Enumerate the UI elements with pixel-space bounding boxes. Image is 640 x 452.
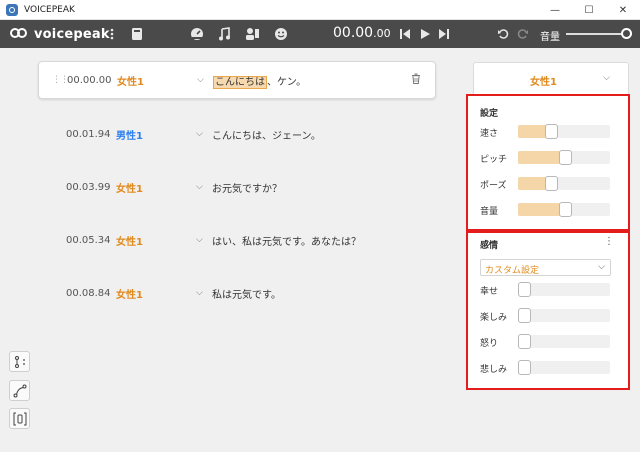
play-icon[interactable]: [419, 26, 431, 42]
line-timestamp: 00.00.00: [67, 74, 112, 86]
script-line[interactable]: 00.03.99 女性1 ⌵ お元気ですか？: [38, 168, 436, 206]
kebab-icon[interactable]: [110, 26, 114, 42]
script-line[interactable]: 00.01.94 男性1 ⌵ こんにちは、ジェーン。: [38, 115, 436, 153]
music-note-icon[interactable]: [218, 26, 230, 42]
slider-track[interactable]: [518, 308, 610, 323]
speedometer-icon[interactable]: [190, 26, 204, 42]
slider-label: 悲しみ: [480, 365, 508, 375]
time-small: .00: [373, 27, 391, 40]
script-line[interactable]: 00.05.34 女性1 ⌵ はい、私は元気です。あなたは？: [38, 221, 436, 259]
window-title: VOICEPEAK: [24, 4, 75, 15]
speaker-icon[interactable]: [245, 26, 260, 42]
logo: voicepeak: [10, 24, 110, 44]
slider-track[interactable]: [518, 124, 610, 139]
selected-text: こんにちは: [213, 75, 267, 89]
line-timestamp: 00.05.34: [66, 234, 111, 246]
slider-track[interactable]: [518, 150, 610, 165]
skip-back-icon[interactable]: [399, 26, 411, 42]
line-text[interactable]: 私は元気です。: [212, 286, 281, 301]
time-main: 00.00: [333, 25, 374, 41]
fit-tool-button[interactable]: [9, 408, 30, 429]
emotion-menu-icon[interactable]: ⋮: [604, 236, 614, 247]
slider-knob[interactable]: [559, 202, 572, 217]
line-timestamp: 00.03.99: [66, 181, 111, 193]
slider-knob[interactable]: [518, 308, 531, 323]
logo-icon: [10, 27, 28, 41]
slider-label: ピッチ: [480, 155, 508, 165]
line-text[interactable]: こんにちは 、ケン。: [213, 73, 307, 89]
volume-label: 音量: [540, 32, 560, 43]
line-speaker[interactable]: 女性1: [117, 73, 144, 88]
chevron-down-icon[interactable]: ⌵: [196, 235, 203, 245]
emotion-preset-value: カスタム設定: [485, 266, 540, 276]
minimize-button[interactable]: —: [538, 0, 572, 20]
toolbar: voicepeak 00.00.00 音量: [0, 20, 640, 48]
emotion-preset-select[interactable]: カスタム設定 ⌵: [480, 259, 611, 276]
line-speaker[interactable]: 女性1: [116, 286, 143, 301]
settings-title: 設定: [480, 109, 499, 119]
slider-label: ポーズ: [480, 181, 507, 191]
undo-icon[interactable]: [497, 26, 509, 42]
book-icon[interactable]: [131, 26, 143, 42]
logo-text: voicepeak: [34, 26, 110, 42]
slider-label: 楽しみ: [480, 313, 508, 323]
line-timestamp: 00.08.84: [66, 287, 111, 299]
chevron-down-icon[interactable]: ⌵: [196, 182, 203, 192]
slider-knob[interactable]: [518, 282, 531, 297]
chevron-down-icon: ⌵: [603, 73, 610, 83]
line-speaker[interactable]: 男性1: [116, 127, 143, 142]
slider-knob[interactable]: [518, 360, 531, 375]
line-text[interactable]: お元気ですか？: [212, 180, 282, 195]
drag-handle-icon[interactable]: ⋮⋮: [52, 75, 69, 85]
skip-forward-icon[interactable]: [438, 26, 450, 42]
slider-knob[interactable]: [545, 124, 558, 139]
redo-icon[interactable]: [517, 26, 529, 42]
close-button[interactable]: ✕: [606, 0, 640, 20]
speaker-selector[interactable]: 女性1 ⌵: [473, 62, 629, 96]
curve-tool-button[interactable]: [9, 380, 30, 401]
chevron-down-icon[interactable]: ⌵: [197, 75, 204, 85]
emotion-panel: 感情 ⋮ カスタム設定 ⌵ 幸せ楽しみ怒り悲しみ: [466, 231, 630, 390]
slider-track[interactable]: [518, 176, 610, 191]
slider-knob[interactable]: [545, 176, 558, 191]
slider-label: 速さ: [480, 129, 499, 139]
line-text[interactable]: はい、私は元気です。あなたは？: [212, 233, 361, 248]
app-icon: [6, 3, 18, 16]
slider-track[interactable]: [518, 334, 610, 349]
split-tool-button[interactable]: [9, 351, 30, 372]
title-bar: VOICEPEAK — ☐ ✕: [0, 0, 640, 20]
slider-knob[interactable]: [518, 334, 531, 349]
line-timestamp: 00.01.94: [66, 128, 111, 140]
line-text[interactable]: こんにちは、ジェーン。: [212, 127, 321, 142]
slider-label: 音量: [480, 207, 499, 217]
emotion-title: 感情: [480, 241, 499, 251]
settings-panel: 設定 速さピッチポーズ音量: [466, 94, 630, 231]
time-display: 00.00.00: [333, 25, 391, 41]
script-line[interactable]: ⋮⋮ 00.00.00 女性1 ⌵ こんにちは 、ケン。: [38, 61, 436, 99]
slider-label: 怒り: [480, 339, 499, 349]
maximize-button[interactable]: ☐: [572, 0, 606, 20]
chevron-down-icon[interactable]: ⌵: [196, 288, 203, 298]
volume-knob[interactable]: [621, 28, 632, 39]
slider-track[interactable]: [518, 360, 610, 375]
chevron-down-icon: ⌵: [598, 262, 605, 272]
script-line[interactable]: 00.08.84 女性1 ⌵ 私は元気です。: [38, 274, 436, 312]
slider-knob[interactable]: [559, 150, 572, 165]
slider-track[interactable]: [518, 282, 610, 297]
chevron-down-icon[interactable]: ⌵: [196, 129, 203, 139]
split-tool-icon: [14, 355, 25, 368]
slider-label: 幸せ: [480, 287, 499, 297]
smiley-icon[interactable]: [274, 26, 288, 42]
line-text-rest: 、ケン。: [267, 76, 307, 88]
trash-icon[interactable]: [411, 73, 421, 87]
slider-track[interactable]: [518, 202, 610, 217]
curve-tool-icon: [13, 384, 26, 397]
line-speaker[interactable]: 女性1: [116, 180, 143, 195]
fit-tool-icon: [13, 412, 26, 425]
line-speaker[interactable]: 女性1: [116, 233, 143, 248]
speaker-selector-value: 女性1: [530, 77, 557, 88]
